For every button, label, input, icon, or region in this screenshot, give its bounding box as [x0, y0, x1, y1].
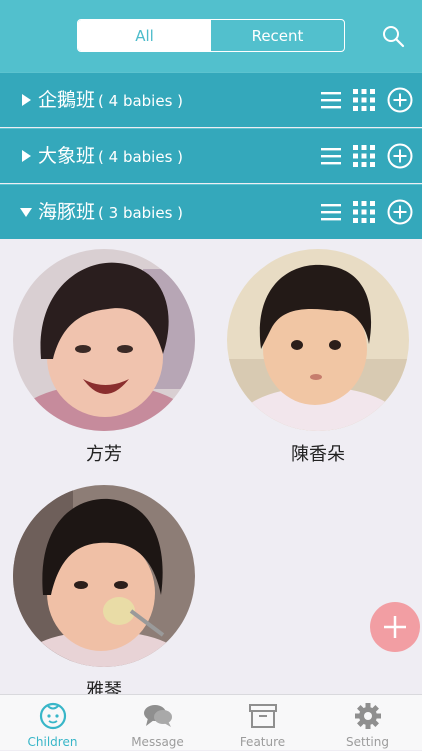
- add-circle-icon[interactable]: [387, 143, 413, 169]
- bottom-tab-bar: Children Message Feature Setting: [0, 694, 422, 750]
- search-icon[interactable]: [381, 24, 405, 48]
- group-name: 企鵝班: [38, 89, 96, 111]
- segment-all[interactable]: All: [78, 20, 211, 51]
- plus-icon: [384, 616, 406, 638]
- child-avatar-photo[interactable]: [13, 249, 195, 431]
- child-avatar-photo[interactable]: [13, 485, 195, 667]
- add-child-button[interactable]: [370, 602, 420, 652]
- tab-message[interactable]: Message: [105, 695, 210, 751]
- add-circle-icon[interactable]: [387, 87, 413, 113]
- grid-icon[interactable]: [352, 144, 376, 168]
- tab-label: Message: [131, 735, 184, 749]
- baby-face-icon: [39, 702, 67, 730]
- tab-label: Setting: [346, 735, 389, 749]
- group-row-dolphin[interactable]: 海豚班 ( 3 babies ): [0, 184, 422, 239]
- group-count: ( 4 babies ): [98, 92, 184, 110]
- chat-bubbles-icon: [144, 705, 172, 727]
- group-name: 海豚班: [38, 201, 96, 223]
- group-count: ( 4 babies ): [98, 148, 184, 166]
- top-bar: All Recent: [0, 0, 422, 72]
- expand-arrow-icon[interactable]: [20, 150, 32, 162]
- add-circle-icon[interactable]: [387, 199, 413, 225]
- tab-feature[interactable]: Feature: [210, 695, 315, 751]
- child-name: 方芳: [86, 444, 122, 465]
- group-row-penguin[interactable]: 企鵝班 ( 4 babies ): [0, 72, 422, 127]
- list-icon[interactable]: [319, 200, 343, 224]
- tab-label: Children: [27, 735, 78, 749]
- list-icon[interactable]: [319, 144, 343, 168]
- tab-setting[interactable]: Setting: [315, 695, 420, 751]
- gear-icon: [355, 703, 381, 729]
- group-count: ( 3 babies ): [98, 204, 184, 222]
- child-avatar-photo[interactable]: [227, 249, 409, 431]
- group-name: 大象班: [38, 145, 96, 167]
- expand-arrow-icon[interactable]: [20, 94, 32, 106]
- child-name: 陳香朵: [291, 444, 345, 465]
- tab-label: Feature: [239, 735, 286, 749]
- list-icon[interactable]: [319, 88, 343, 112]
- segment-recent[interactable]: Recent: [211, 20, 344, 51]
- filter-segmented-control: All Recent: [77, 19, 345, 52]
- tab-children[interactable]: Children: [0, 695, 105, 751]
- grid-icon[interactable]: [352, 200, 376, 224]
- grid-icon[interactable]: [352, 88, 376, 112]
- collapse-arrow-icon[interactable]: [20, 206, 32, 218]
- archive-box-icon: [249, 704, 277, 728]
- group-row-elephant[interactable]: 大象班 ( 4 babies ): [0, 128, 422, 183]
